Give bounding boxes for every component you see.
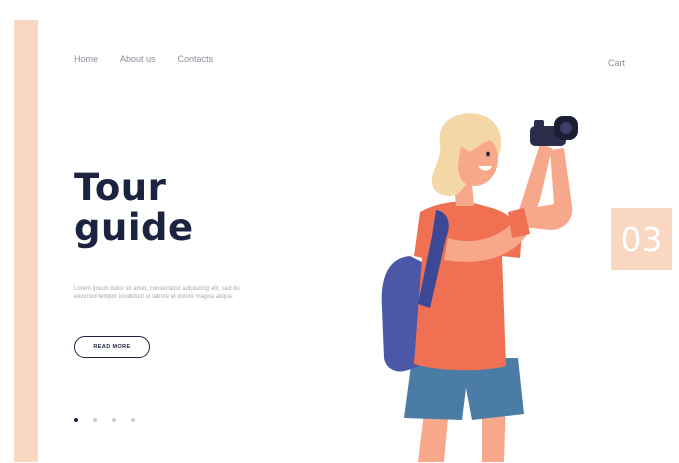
hero-description: Lorem ipsum dolor sit amet, consectetur … <box>74 286 240 300</box>
accent-side-bar <box>14 20 38 462</box>
tourist-illustration <box>381 113 578 462</box>
top-nav: Home About us Contacts <box>74 54 213 64</box>
nav-home-link[interactable]: Home <box>74 54 98 64</box>
title-line-2: guide <box>74 206 194 249</box>
nav-about-link[interactable]: About us <box>120 54 156 64</box>
landing-page: Home About us Contacts Cart Tour guide L… <box>14 20 672 462</box>
slider-dot-1[interactable] <box>74 418 78 422</box>
nav-contacts-link[interactable]: Contacts <box>178 54 214 64</box>
eye <box>486 151 490 157</box>
read-more-button[interactable]: READ MORE <box>74 336 150 358</box>
camera-icon <box>530 116 578 146</box>
page-title: Tour guide <box>74 168 194 248</box>
slider-dot-3[interactable] <box>112 418 116 422</box>
slider-dots <box>74 418 135 422</box>
cart-link[interactable]: Cart <box>608 58 625 68</box>
slider-dot-2[interactable] <box>93 418 97 422</box>
slide-number-badge: 03 <box>611 208 672 270</box>
slider-dot-4[interactable] <box>131 418 135 422</box>
title-line-1: Tour <box>74 166 167 209</box>
